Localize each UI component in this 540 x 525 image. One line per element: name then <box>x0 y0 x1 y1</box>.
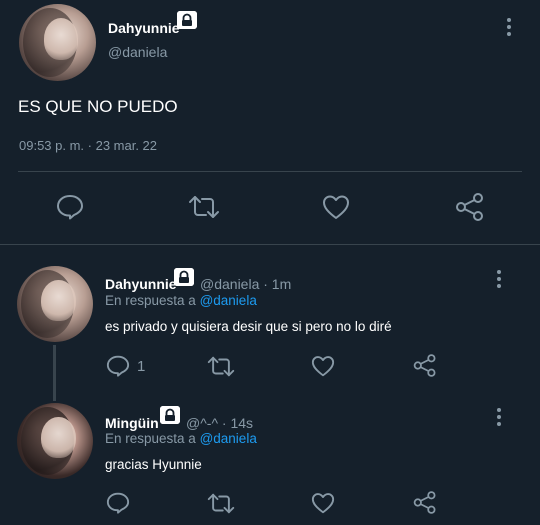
main-handle[interactable]: @daniela <box>108 44 167 60</box>
lock-icon <box>177 11 197 29</box>
divider <box>0 244 540 245</box>
reply-prefix: En respuesta a <box>105 293 196 308</box>
lock-icon <box>174 268 194 286</box>
reply-icon[interactable] <box>56 194 84 220</box>
reply-author-name[interactable]: Mingüin <box>105 415 159 431</box>
main-author-name[interactable]: Dahyunnie <box>108 20 180 36</box>
more-icon[interactable] <box>506 18 512 39</box>
reply-icon[interactable] <box>106 492 130 514</box>
lock-icon <box>160 406 180 424</box>
reply-meta[interactable]: @daniela · 1m <box>200 276 291 292</box>
heart-icon[interactable] <box>311 355 335 377</box>
reply-to-link[interactable]: @daniela <box>200 293 257 308</box>
reply-context: En respuesta a @daniela <box>105 431 257 446</box>
retweet-icon[interactable] <box>188 194 220 220</box>
main-avatar[interactable] <box>19 4 96 81</box>
reply-meta[interactable]: @^-^ · 14s <box>186 415 253 431</box>
share-icon[interactable] <box>413 354 437 377</box>
more-icon[interactable] <box>496 408 502 429</box>
reply-avatar[interactable] <box>17 266 93 342</box>
reply-avatar[interactable] <box>17 403 93 479</box>
reply-text: gracias Hyunnie <box>105 457 202 472</box>
reply-to-link[interactable]: @daniela <box>200 431 257 446</box>
more-icon[interactable] <box>496 270 502 291</box>
main-timestamp[interactable]: 09:53 p. m. · 23 mar. 22 <box>19 138 157 153</box>
thread-line <box>53 345 56 401</box>
reply-icon[interactable] <box>106 355 130 377</box>
retweet-icon[interactable] <box>207 355 235 378</box>
divider <box>18 171 522 172</box>
reply-context: En respuesta a @daniela <box>105 293 257 308</box>
retweet-icon[interactable] <box>207 492 235 515</box>
main-tweet-text: ES QUE NO PUEDO <box>18 97 178 116</box>
heart-icon[interactable] <box>311 492 335 514</box>
heart-icon[interactable] <box>322 194 350 220</box>
share-icon[interactable] <box>455 193 485 221</box>
reply-author-name[interactable]: Dahyunnie <box>105 276 177 292</box>
reply-count: 1 <box>137 358 146 375</box>
reply-prefix: En respuesta a <box>105 431 196 446</box>
share-icon[interactable] <box>413 491 437 514</box>
reply-text: es privado y quisiera desir que si pero … <box>105 319 392 334</box>
